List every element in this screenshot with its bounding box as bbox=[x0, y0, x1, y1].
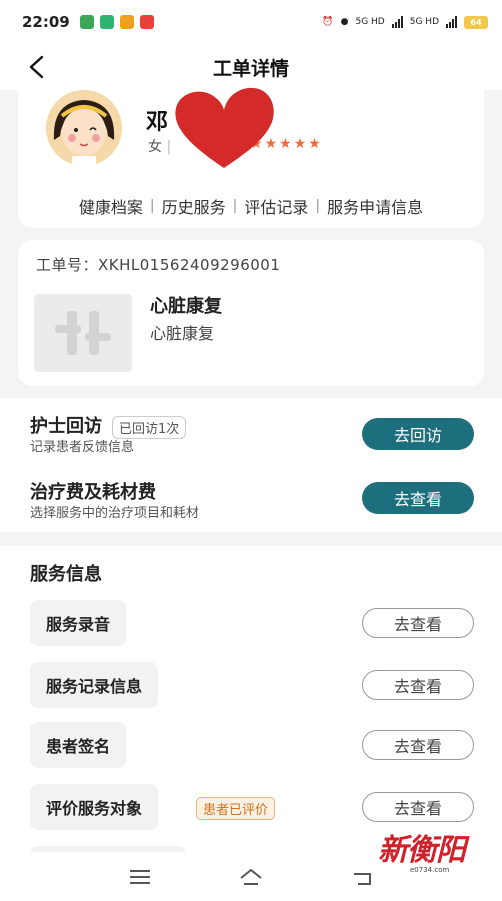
service-record-info-row: 服务记录信息 去查看 bbox=[0, 662, 502, 710]
service-subtitle: 心脏康复 bbox=[150, 324, 215, 343]
tab-service-history[interactable]: 历史服务 bbox=[162, 194, 226, 218]
service-name: 心脏康复 bbox=[150, 296, 222, 317]
service-recording-label: 服务录音 bbox=[30, 600, 127, 646]
service-record-info-view-button[interactable]: 去查看 bbox=[362, 670, 474, 700]
location-icon: ● bbox=[340, 17, 349, 27]
tab-separator: | bbox=[149, 198, 155, 214]
patient-signature-row: 患者签名 去查看 bbox=[0, 722, 502, 770]
service-info-section: 服务信息 服务录音 去查看 服务记录信息 去查看 患者签名 去查看 评价服务对象… bbox=[0, 546, 502, 862]
star-icon: ★ bbox=[308, 136, 321, 152]
evaluate-service-target-label: 评价服务对象 bbox=[30, 784, 159, 830]
alarm-icon: ⏰ bbox=[322, 17, 334, 27]
star-icon: ★ bbox=[293, 136, 307, 152]
evaluate-view-button[interactable]: 去查看 bbox=[362, 792, 474, 822]
followup-section: 护士回访 已回访1次 记录患者反馈信息 去回访 治疗费及耗材费 选择服务中的治疗项… bbox=[0, 398, 502, 532]
patient-evaluated-badge: 患者已评价 bbox=[196, 797, 276, 820]
avatar bbox=[46, 90, 122, 166]
app-notification-icon bbox=[139, 15, 154, 29]
signal-icon bbox=[391, 16, 403, 28]
evaluate-service-target-row: 评价服务对象 患者已评价 去查看 bbox=[0, 784, 502, 832]
order-number: 工单号：XKHL01562409296001 bbox=[36, 256, 281, 274]
battery-icon: 64 bbox=[464, 15, 488, 29]
page-title: 工单详情 bbox=[212, 57, 289, 80]
patient-signature-view-button[interactable]: 去查看 bbox=[362, 730, 474, 760]
patient-profile-card: 邓 女 | ★ ★ ★ ★ ★ 健康档案 | 历史服务 | 评估记录 | 服务申… bbox=[18, 86, 484, 228]
tab-separator: | bbox=[232, 198, 238, 214]
app-notification-icon bbox=[99, 15, 114, 29]
tab-service-request-info[interactable]: 服务申请信息 bbox=[327, 194, 423, 218]
nav-bar: 工单详情 bbox=[0, 44, 502, 90]
placeholder-image-icon bbox=[55, 311, 111, 355]
back-button[interactable] bbox=[22, 52, 52, 82]
patient-name: 邓 bbox=[146, 110, 169, 135]
network-label: 5G HD bbox=[409, 17, 439, 27]
treatment-fee-title: 治疗费及耗材费 bbox=[30, 482, 156, 503]
status-bar: 22:09 ⏰ ● 5G HD 5G HD 64 bbox=[0, 0, 502, 44]
menu-icon[interactable] bbox=[127, 866, 153, 888]
signal-icon bbox=[446, 16, 457, 28]
service-recording-row: 服务录音 去查看 bbox=[0, 600, 502, 648]
tab-assessment-records[interactable]: 评估记录 bbox=[244, 194, 308, 218]
heart-sticker-icon bbox=[175, 87, 274, 168]
service-thumbnail bbox=[34, 294, 132, 372]
nurse-followup-title: 护士回访 已回访1次 bbox=[30, 412, 187, 439]
patient-signature-label: 患者签名 bbox=[30, 722, 127, 768]
treatment-fee-subtitle: 选择服务中的治疗项目和耗材 bbox=[30, 506, 200, 521]
watermark-url: e0734.com bbox=[408, 866, 452, 874]
network-label: 5G HD bbox=[355, 17, 385, 27]
app-notification-icon bbox=[119, 15, 134, 29]
back-nav-icon[interactable] bbox=[350, 866, 376, 888]
home-icon[interactable] bbox=[238, 866, 264, 888]
chevron-left-icon bbox=[29, 55, 44, 79]
service-info-title: 服务信息 bbox=[30, 564, 102, 585]
followup-button[interactable]: 去回访 bbox=[362, 418, 474, 450]
app-notification-icon bbox=[79, 15, 94, 29]
status-time: 22:09 bbox=[22, 13, 70, 31]
order-card: 工单号：XKHL01562409296001 心脏康复 心脏康复 bbox=[18, 240, 484, 386]
watermark-logo: 新衡阳 bbox=[378, 833, 466, 868]
service-recording-view-button[interactable]: 去查看 bbox=[362, 608, 474, 638]
treatment-view-button[interactable]: 去查看 bbox=[362, 482, 474, 514]
nurse-followup-subtitle: 记录患者反馈信息 bbox=[30, 440, 135, 455]
profile-tabs: 健康档案 | 历史服务 | 评估记录 | 服务申请信息 bbox=[18, 194, 484, 218]
star-icon: ★ bbox=[279, 136, 292, 152]
tab-separator: | bbox=[315, 198, 321, 214]
site-watermark: 新衡阳 e0734.com bbox=[378, 834, 478, 880]
status-indicators: ⏰ ● 5G HD 5G HD 64 bbox=[322, 15, 488, 29]
tab-health-record[interactable]: 健康档案 bbox=[79, 194, 143, 218]
service-record-info-label: 服务记录信息 bbox=[30, 662, 159, 708]
